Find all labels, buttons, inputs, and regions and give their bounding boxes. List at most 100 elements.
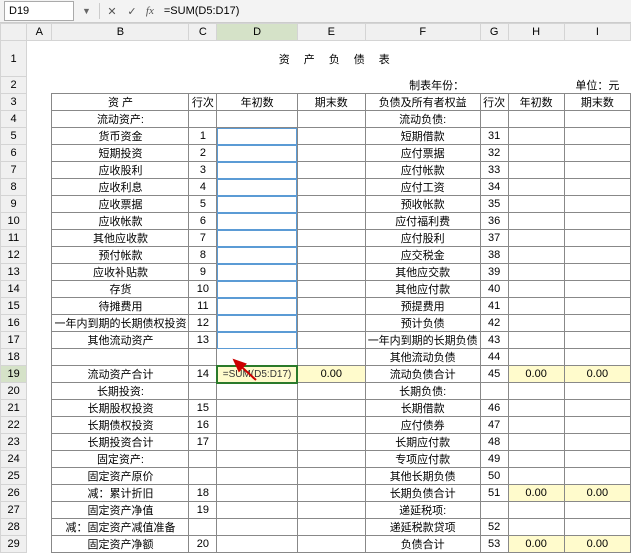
cell-F19[interactable]: 流动负债合计 <box>365 366 480 383</box>
cell-D10[interactable] <box>217 213 298 230</box>
cell-C27[interactable]: 19 <box>189 502 217 519</box>
cell-D23[interactable] <box>217 434 298 451</box>
cell-B7[interactable]: 应收股利 <box>52 162 189 179</box>
accept-formula-icon[interactable]: ✓ <box>124 5 140 18</box>
cell-F26[interactable]: 长期负债合计 <box>365 485 480 502</box>
cell-I18[interactable] <box>564 349 630 366</box>
cell-F10[interactable]: 应付福利费 <box>365 213 480 230</box>
cell-I19[interactable]: 0.00 <box>564 366 630 383</box>
cell-E8[interactable] <box>297 179 365 196</box>
col-D[interactable]: D <box>217 24 298 41</box>
cell-E17[interactable] <box>297 332 365 349</box>
cell-C25[interactable] <box>189 468 217 485</box>
cell-I5[interactable] <box>564 128 630 145</box>
cell-G26[interactable]: 51 <box>480 485 508 502</box>
cell-G9[interactable]: 35 <box>480 196 508 213</box>
select-all-corner[interactable] <box>1 24 27 41</box>
cell-G7[interactable]: 33 <box>480 162 508 179</box>
cell-G28[interactable]: 52 <box>480 519 508 536</box>
cell-F27[interactable]: 递延税项: <box>365 502 480 519</box>
cell-H23[interactable] <box>508 434 564 451</box>
cell-I8[interactable] <box>564 179 630 196</box>
col-H[interactable]: H <box>508 24 564 41</box>
cell-D9[interactable] <box>217 196 298 213</box>
cell-E15[interactable] <box>297 298 365 315</box>
cell-B25[interactable]: 固定资产原价 <box>52 468 189 485</box>
cell-I6[interactable] <box>564 145 630 162</box>
cell-D15[interactable] <box>217 298 298 315</box>
spreadsheet-grid[interactable]: A B C D E F G H I 1 资产负债表 2 制表年份： 单位：元 3… <box>0 23 631 553</box>
cell-D26[interactable] <box>217 485 298 502</box>
cell-E9[interactable] <box>297 196 365 213</box>
cell-H14[interactable] <box>508 281 564 298</box>
row-27[interactable]: 27 <box>1 502 27 519</box>
cell-B26[interactable]: 减：累计折旧 <box>52 485 189 502</box>
cell-I25[interactable] <box>564 468 630 485</box>
cell-D5[interactable] <box>217 128 298 145</box>
cell-D12[interactable] <box>217 247 298 264</box>
cell-I15[interactable] <box>564 298 630 315</box>
cell-C29[interactable]: 20 <box>189 536 217 553</box>
col-E[interactable]: E <box>297 24 365 41</box>
cell-H26[interactable]: 0.00 <box>508 485 564 502</box>
cell-C5[interactable]: 1 <box>189 128 217 145</box>
cell-I14[interactable] <box>564 281 630 298</box>
cell-G24[interactable]: 49 <box>480 451 508 468</box>
cell-H4[interactable] <box>508 111 564 128</box>
cell-D27[interactable] <box>217 502 298 519</box>
col-G[interactable]: G <box>480 24 508 41</box>
cell-E20[interactable] <box>297 383 365 400</box>
formula-input[interactable] <box>160 4 631 18</box>
cell-D17[interactable] <box>217 332 298 349</box>
cell-C18[interactable] <box>189 349 217 366</box>
col-C[interactable]: C <box>189 24 217 41</box>
cell-H20[interactable] <box>508 383 564 400</box>
cell-B16[interactable]: 一年内到期的长期债权投资 <box>52 315 189 332</box>
cell-B20[interactable]: 长期投资: <box>52 383 189 400</box>
cell-C15[interactable]: 11 <box>189 298 217 315</box>
cell-H19[interactable]: 0.00 <box>508 366 564 383</box>
col-I[interactable]: I <box>564 24 630 41</box>
cell-D22[interactable] <box>217 417 298 434</box>
row-22[interactable]: 22 <box>1 417 27 434</box>
cell-D28[interactable] <box>217 519 298 536</box>
cell-E28[interactable] <box>297 519 365 536</box>
cell-C4[interactable] <box>189 111 217 128</box>
row-6[interactable]: 6 <box>1 145 27 162</box>
cell-C16[interactable]: 12 <box>189 315 217 332</box>
cell-G17[interactable]: 43 <box>480 332 508 349</box>
cell-E16[interactable] <box>297 315 365 332</box>
row-28[interactable]: 28 <box>1 519 27 536</box>
cell-B24[interactable]: 固定资产: <box>52 451 189 468</box>
cell-E19[interactable]: 0.00 <box>297 366 365 383</box>
cell-C17[interactable]: 13 <box>189 332 217 349</box>
cell-C11[interactable]: 7 <box>189 230 217 247</box>
cell-G29[interactable]: 53 <box>480 536 508 553</box>
cell-E29[interactable] <box>297 536 365 553</box>
name-box[interactable]: D19 <box>4 1 74 21</box>
cell-I11[interactable] <box>564 230 630 247</box>
cell-H24[interactable] <box>508 451 564 468</box>
cell-B9[interactable]: 应收票据 <box>52 196 189 213</box>
cell-I27[interactable] <box>564 502 630 519</box>
cell-G14[interactable]: 40 <box>480 281 508 298</box>
cell-C20[interactable] <box>189 383 217 400</box>
cell-H28[interactable] <box>508 519 564 536</box>
cell-B10[interactable]: 应收帐款 <box>52 213 189 230</box>
cell-E26[interactable] <box>297 485 365 502</box>
cell-D19[interactable]: =SUM(D5:D17) <box>217 366 298 383</box>
cell-I13[interactable] <box>564 264 630 281</box>
cell-F9[interactable]: 预收帐款 <box>365 196 480 213</box>
cell-I26[interactable]: 0.00 <box>564 485 630 502</box>
row-26[interactable]: 26 <box>1 485 27 502</box>
cell-E11[interactable] <box>297 230 365 247</box>
cell-H18[interactable] <box>508 349 564 366</box>
cell-B19[interactable]: 流动资产合计 <box>52 366 189 383</box>
cell-I4[interactable] <box>564 111 630 128</box>
cell-B22[interactable]: 长期债权投资 <box>52 417 189 434</box>
cell-H29[interactable]: 0.00 <box>508 536 564 553</box>
cell-G6[interactable]: 32 <box>480 145 508 162</box>
row-25[interactable]: 25 <box>1 468 27 485</box>
cell-G27[interactable] <box>480 502 508 519</box>
cell-D6[interactable] <box>217 145 298 162</box>
